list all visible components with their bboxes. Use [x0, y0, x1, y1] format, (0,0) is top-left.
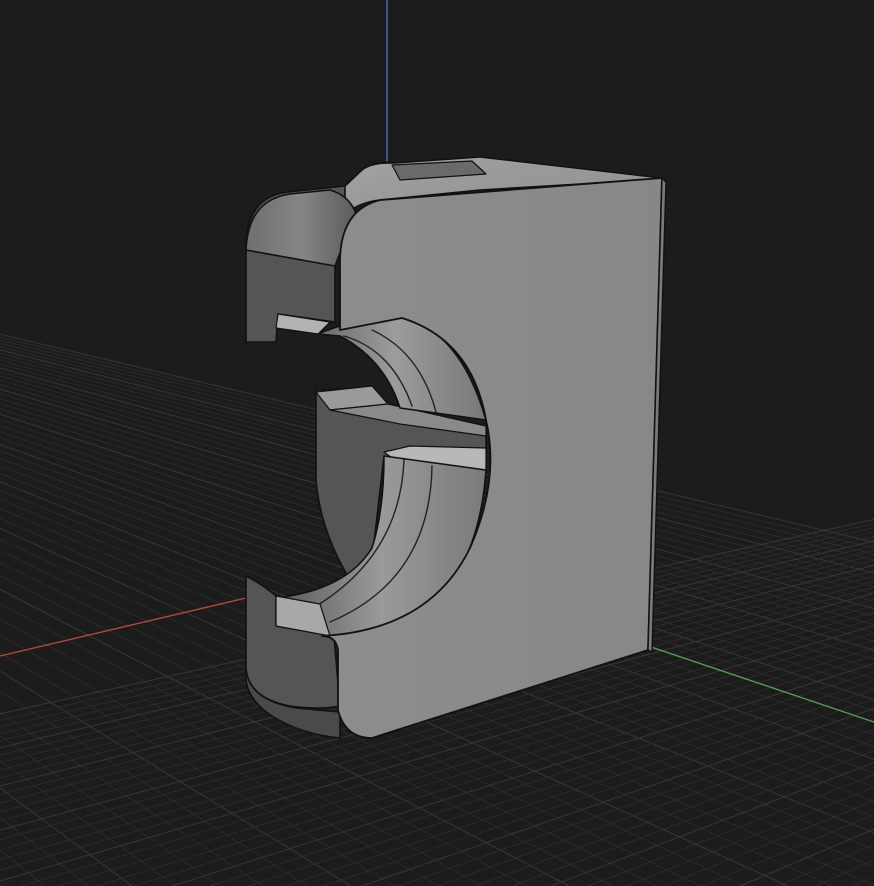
- grid-line: [852, 876, 874, 886]
- y-axis-line: [647, 645, 874, 723]
- grid-line: [738, 828, 874, 886]
- 3d-viewport[interactable]: [0, 0, 874, 886]
- x-axis-line: [0, 597, 247, 657]
- grid-line: [806, 180, 874, 886]
- viewport-canvas[interactable]: [0, 0, 874, 886]
